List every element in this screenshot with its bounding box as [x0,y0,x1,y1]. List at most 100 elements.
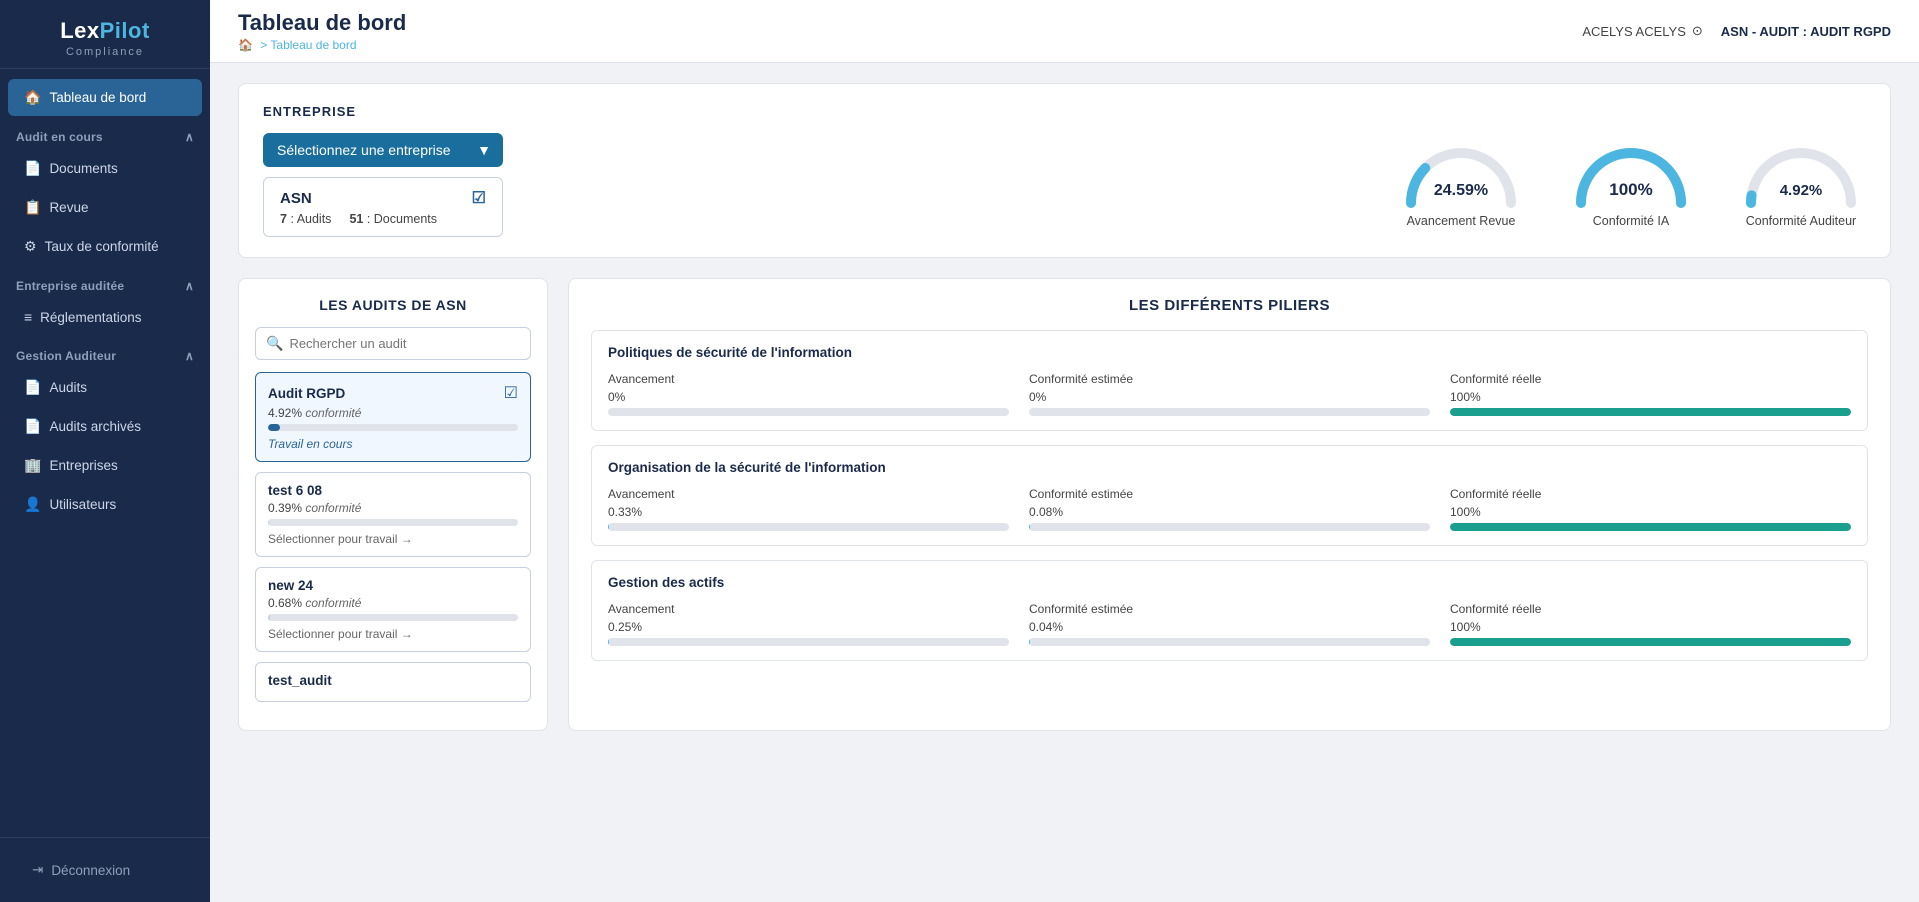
document-icon: 📄 [24,160,41,177]
audit-conformite: 4.92% conformité [268,406,518,420]
entreprises-icon: 🏢 [24,457,41,474]
search-box[interactable]: 🔍 [255,327,531,360]
audits-panel-title: LES AUDITS DE ASN [255,297,531,313]
audits-stat: 7 : Audits [280,212,331,226]
progress-fill [268,519,269,526]
sidebar: LexPilot Compliance 🏠 Tableau de bord Au… [0,0,210,902]
sidebar-item-entreprises[interactable]: 🏢 Entreprises [8,447,202,484]
chevron-up-icon: ∧ [185,279,194,293]
metric-bar-fill [608,638,609,646]
audit-info: ASN - AUDIT : AUDIT RGPD [1721,24,1891,39]
sidebar-item-label: Revue [49,200,88,215]
company-name: ASN [280,190,312,207]
sidebar-section-audit: Audit en cours ∧ [0,118,210,148]
audit-card-header: test_audit [268,673,518,688]
sidebar-bottom: ⇥ Déconnexion [0,837,210,902]
pillar-metric-avancement: Avancement 0% [608,372,1009,416]
topbar-left: Tableau de bord 🏠 > Tableau de bord [238,10,406,52]
sidebar-section-gestion: Gestion Auditeur ∧ [0,337,210,367]
sidebar-item-label: Entreprises [49,458,117,473]
sidebar-item-reglementations[interactable]: ≡ Réglementations [8,299,202,335]
home-icon: 🏠 [24,89,41,106]
company-select[interactable]: Sélectionnez une entreprise [263,133,503,167]
audit-name: new 24 [268,578,313,593]
metric-bar [1450,523,1851,531]
pillars-panel: LES DIFFÉRENTS PILIERS Politiques de séc… [568,278,1891,731]
metric-bar-fill [1450,638,1851,646]
pillar-title: Politiques de sécurité de l'information [608,345,1851,360]
gear-icon: ⚙ [24,238,37,255]
audit-conformite: 0.68% conformité [268,596,518,610]
audit-card-header: Audit RGPD ☑ [268,383,518,403]
audit-card-rgpd[interactable]: Audit RGPD ☑ 4.92% conformité Travail en… [255,372,531,462]
content-area: ENTREPRISE Sélectionnez une entreprise ▼… [210,63,1919,902]
gauge-avancement-revue: 24.59% Avancement Revue [1396,133,1526,228]
audit-name: Audit RGPD [268,386,345,401]
audit-card-test6[interactable]: test 6 08 0.39% conformité Sélectionner … [255,472,531,557]
bottom-row: LES AUDITS DE ASN 🔍 Audit RGPD ☑ 4.92% c… [238,278,1891,731]
entreprise-row: Sélectionnez une entreprise ▼ ASN ☑ 7 : [263,133,1866,237]
main-content: Tableau de bord 🏠 > Tableau de bord ACEL… [210,0,1919,902]
sidebar-item-audits-archives[interactable]: 📄 Audits archivés [8,408,202,445]
audit-link[interactable]: Sélectionner pour travail → [268,627,518,641]
logo: LexPilot Compliance [0,0,210,69]
archives-icon: 📄 [24,418,41,435]
sidebar-item-label: Utilisateurs [49,497,116,512]
sidebar-item-revue[interactable]: 📋 Revue [8,189,202,226]
sidebar-item-label: Audits archivés [49,419,141,434]
user-info: ACELYS ACELYS ⊙ [1582,23,1702,39]
company-select-wrapper[interactable]: Sélectionnez une entreprise ▼ [263,133,503,167]
sidebar-item-audits[interactable]: 📄 Audits [8,369,202,406]
sidebar-item-label: Taux de conformité [45,239,159,254]
sidebar-item-taux-conformite[interactable]: ⚙ Taux de conformité [8,228,202,265]
pillar-metric-conformite-est: Conformité estimée 0.08% [1029,487,1430,531]
pillar-metrics: Avancement 0% Conformité estimée 0% [608,372,1851,416]
audit-progress-bar [268,519,518,526]
sidebar-item-label: Tableau de bord [49,90,146,105]
pillar-card-organisation: Organisation de la sécurité de l'informa… [591,445,1868,546]
audit-conformite: 0.39% conformité [268,501,518,515]
gauge-conformite-auditeur: 4.92% Conformité Auditeur [1736,133,1866,228]
metric-bar [1029,638,1430,646]
entreprise-section: ENTREPRISE Sélectionnez une entreprise ▼… [238,83,1891,258]
audit-card-new24[interactable]: new 24 0.68% conformité Sélectionner pou… [255,567,531,652]
gauge-label: Conformité IA [1566,214,1696,228]
gauges-row: 24.59% Avancement Revue 100% Conformité … [1396,133,1866,228]
sidebar-item-label: Documents [49,161,117,176]
svg-text:100%: 100% [1609,180,1652,199]
sidebar-item-label: Audits [49,380,87,395]
sidebar-item-utilisateurs[interactable]: 👤 Utilisateurs [8,486,202,523]
company-card-header: ASN ☑ [280,188,486,208]
user-icon: ⊙ [1692,23,1703,39]
pillar-metric-conformite-reelle: Conformité réelle 100% [1450,372,1851,416]
deconnexion-button[interactable]: ⇥ Déconnexion [16,852,194,888]
section-label: Audit en cours [16,130,103,144]
audit-card-testaudit[interactable]: test_audit [255,662,531,702]
search-input[interactable] [289,336,520,351]
gauge-conformite-ia: 100% Conformité IA [1566,133,1696,228]
metric-bar-fill [1450,408,1851,416]
chevron-up-icon: ∧ [185,130,194,144]
breadcrumb: 🏠 > Tableau de bord [238,38,406,52]
pillar-metric-avancement: Avancement 0.33% [608,487,1009,531]
breadcrumb-icon: 🏠 [238,38,253,52]
sidebar-item-documents[interactable]: 📄 Documents [8,150,202,187]
audit-link[interactable]: Sélectionner pour travail → [268,532,518,546]
search-icon: 🔍 [266,335,283,352]
section-label: Gestion Auditeur [16,349,116,363]
pillar-card-gestion-actifs: Gestion des actifs Avancement 0.25% Conf… [591,560,1868,661]
metric-bar [608,408,1009,416]
audit-progress-bar [268,424,518,431]
pillars-title: LES DIFFÉRENTS PILIERS [591,297,1868,314]
deconnexion-label: Déconnexion [51,863,130,878]
logo-text: LexPilot [16,18,194,44]
topbar: Tableau de bord 🏠 > Tableau de bord ACEL… [210,0,1919,63]
audit-progress-bar [268,614,518,621]
audits-icon: 📄 [24,379,41,396]
audits-panel: LES AUDITS DE ASN 🔍 Audit RGPD ☑ 4.92% c… [238,278,548,731]
logo-sub: Compliance [16,46,194,58]
sidebar-item-tableau-de-bord[interactable]: 🏠 Tableau de bord [8,79,202,116]
progress-fill [268,424,280,431]
user-icon: 👤 [24,496,41,513]
metric-bar [1450,408,1851,416]
